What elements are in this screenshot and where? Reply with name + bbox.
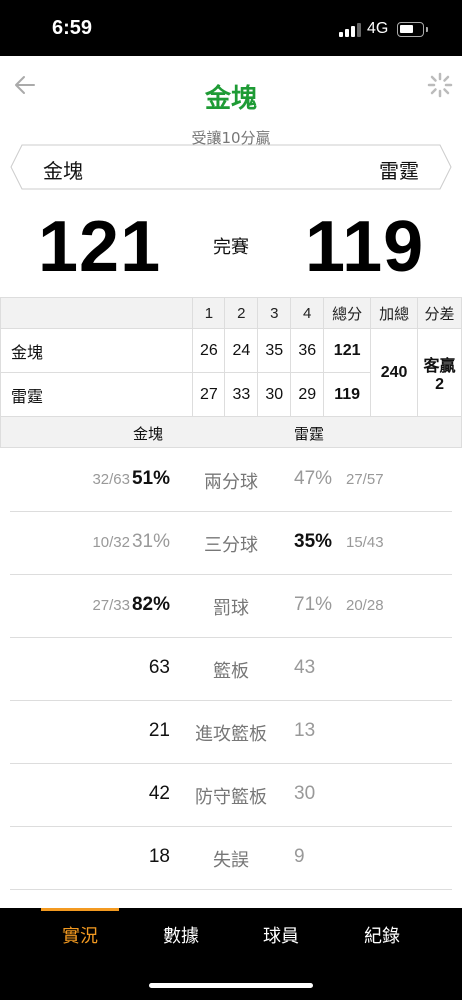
stat-frac-away: 27/57	[346, 471, 384, 488]
stats-header-away: 雷霆	[294, 426, 325, 443]
list-item: 27/33 82% 罰球 71% 20/28	[10, 575, 452, 638]
stat-value-away: 47%	[294, 468, 333, 489]
sum-header: 加總	[370, 297, 419, 329]
total-score: 119	[323, 372, 372, 417]
stat-value-away: 71%	[294, 594, 333, 615]
signal-icon	[339, 23, 361, 37]
tab-live[interactable]: 實況	[41, 922, 119, 948]
quarter-header: 4	[290, 297, 325, 329]
stat-frac-away: 15/43	[346, 534, 384, 551]
stat-value-away: 13	[294, 720, 316, 741]
table-row: 金塊 26 24 35 36 121 240 客贏 2	[0, 328, 462, 417]
quarter-score: 24	[224, 328, 259, 373]
box-score-table: 1 2 3 4 總分 加總 分差 金塊 26 24 35 36 121 240 …	[0, 297, 462, 448]
quarter-header: 2	[224, 297, 259, 329]
stat-frac-away: 20/28	[346, 597, 384, 614]
list-item: 32/63 51% 兩分球 47% 27/57	[10, 449, 452, 512]
tab-stats[interactable]: 數據	[142, 922, 220, 948]
list-item: 63 籃板 43	[10, 638, 452, 701]
stat-value-away: 9	[294, 846, 305, 867]
quarter-score: 27	[192, 372, 226, 417]
stat-label: 進攻籃板	[195, 724, 267, 745]
battery-icon	[397, 22, 428, 37]
sum-score: 240	[370, 328, 419, 417]
quarter-score: 30	[257, 372, 292, 417]
box-score-header: 1 2 3 4 總分 加總 分差	[0, 297, 462, 329]
stat-value-away: 35%	[294, 531, 333, 552]
loading-spinner-icon[interactable]	[427, 72, 453, 98]
row-team-name: 雷霆	[0, 372, 194, 417]
page-title: 金塊	[204, 84, 257, 114]
diff-label: 客贏	[423, 357, 456, 375]
stat-label: 防守籃板	[195, 787, 267, 808]
quarter-score: 35	[257, 328, 292, 373]
list-item: 18 失誤 9	[10, 827, 452, 890]
home-indicator[interactable]	[149, 983, 313, 988]
stat-label: 籃板	[213, 661, 249, 682]
tab-players[interactable]: 球員	[242, 922, 320, 948]
score-diff: 客贏 2	[417, 328, 462, 417]
tab-records[interactable]: 紀錄	[343, 922, 421, 948]
total-score: 121	[323, 328, 372, 373]
stat-label: 罰球	[213, 598, 249, 619]
stat-value-away: 43	[294, 657, 316, 678]
row-team-name: 金塊	[0, 328, 194, 373]
score-away: 119	[305, 207, 425, 287]
active-tab-indicator	[41, 908, 119, 911]
quarter-header: 1	[192, 297, 226, 329]
team-name-home[interactable]: 金塊	[43, 155, 83, 184]
list-item: 10/32 31% 三分球 35% 15/43	[10, 512, 452, 575]
quarter-header: 3	[257, 297, 292, 329]
quarter-score: 33	[224, 372, 259, 417]
diff-header: 分差	[417, 297, 462, 329]
quarter-score: 36	[290, 328, 325, 373]
network-type: 4G	[367, 20, 389, 37]
team-stats-list: 32/63 51% 兩分球 47% 27/57 10/32 31% 三分球 35…	[0, 449, 462, 890]
stat-label: 三分球	[204, 535, 258, 556]
stats-team-header: 金塊 雷霆	[0, 416, 462, 448]
stat-label: 兩分球	[204, 472, 258, 493]
total-header: 總分	[323, 297, 372, 329]
list-item: 21 進攻籃板 13	[10, 701, 452, 764]
status-bar: 6:59 4G	[0, 0, 462, 56]
game-detail-page: 金塊 受讓10分贏 金塊 雷霆 121 完賽 119 1 2 3 4 總分 加總…	[0, 56, 462, 908]
team-bar: 金塊 雷霆	[10, 144, 452, 190]
stat-label: 失誤	[213, 850, 249, 871]
team-name-away[interactable]: 雷霆	[379, 155, 419, 184]
list-item: 42 防守籃板 30	[10, 764, 452, 827]
quarter-score: 26	[192, 328, 226, 373]
quarter-score: 29	[290, 372, 325, 417]
status-time: 6:59	[52, 17, 93, 39]
diff-value: 2	[435, 375, 444, 393]
stat-value-away: 30	[294, 783, 316, 804]
stats-header-home: 金塊	[133, 426, 164, 443]
